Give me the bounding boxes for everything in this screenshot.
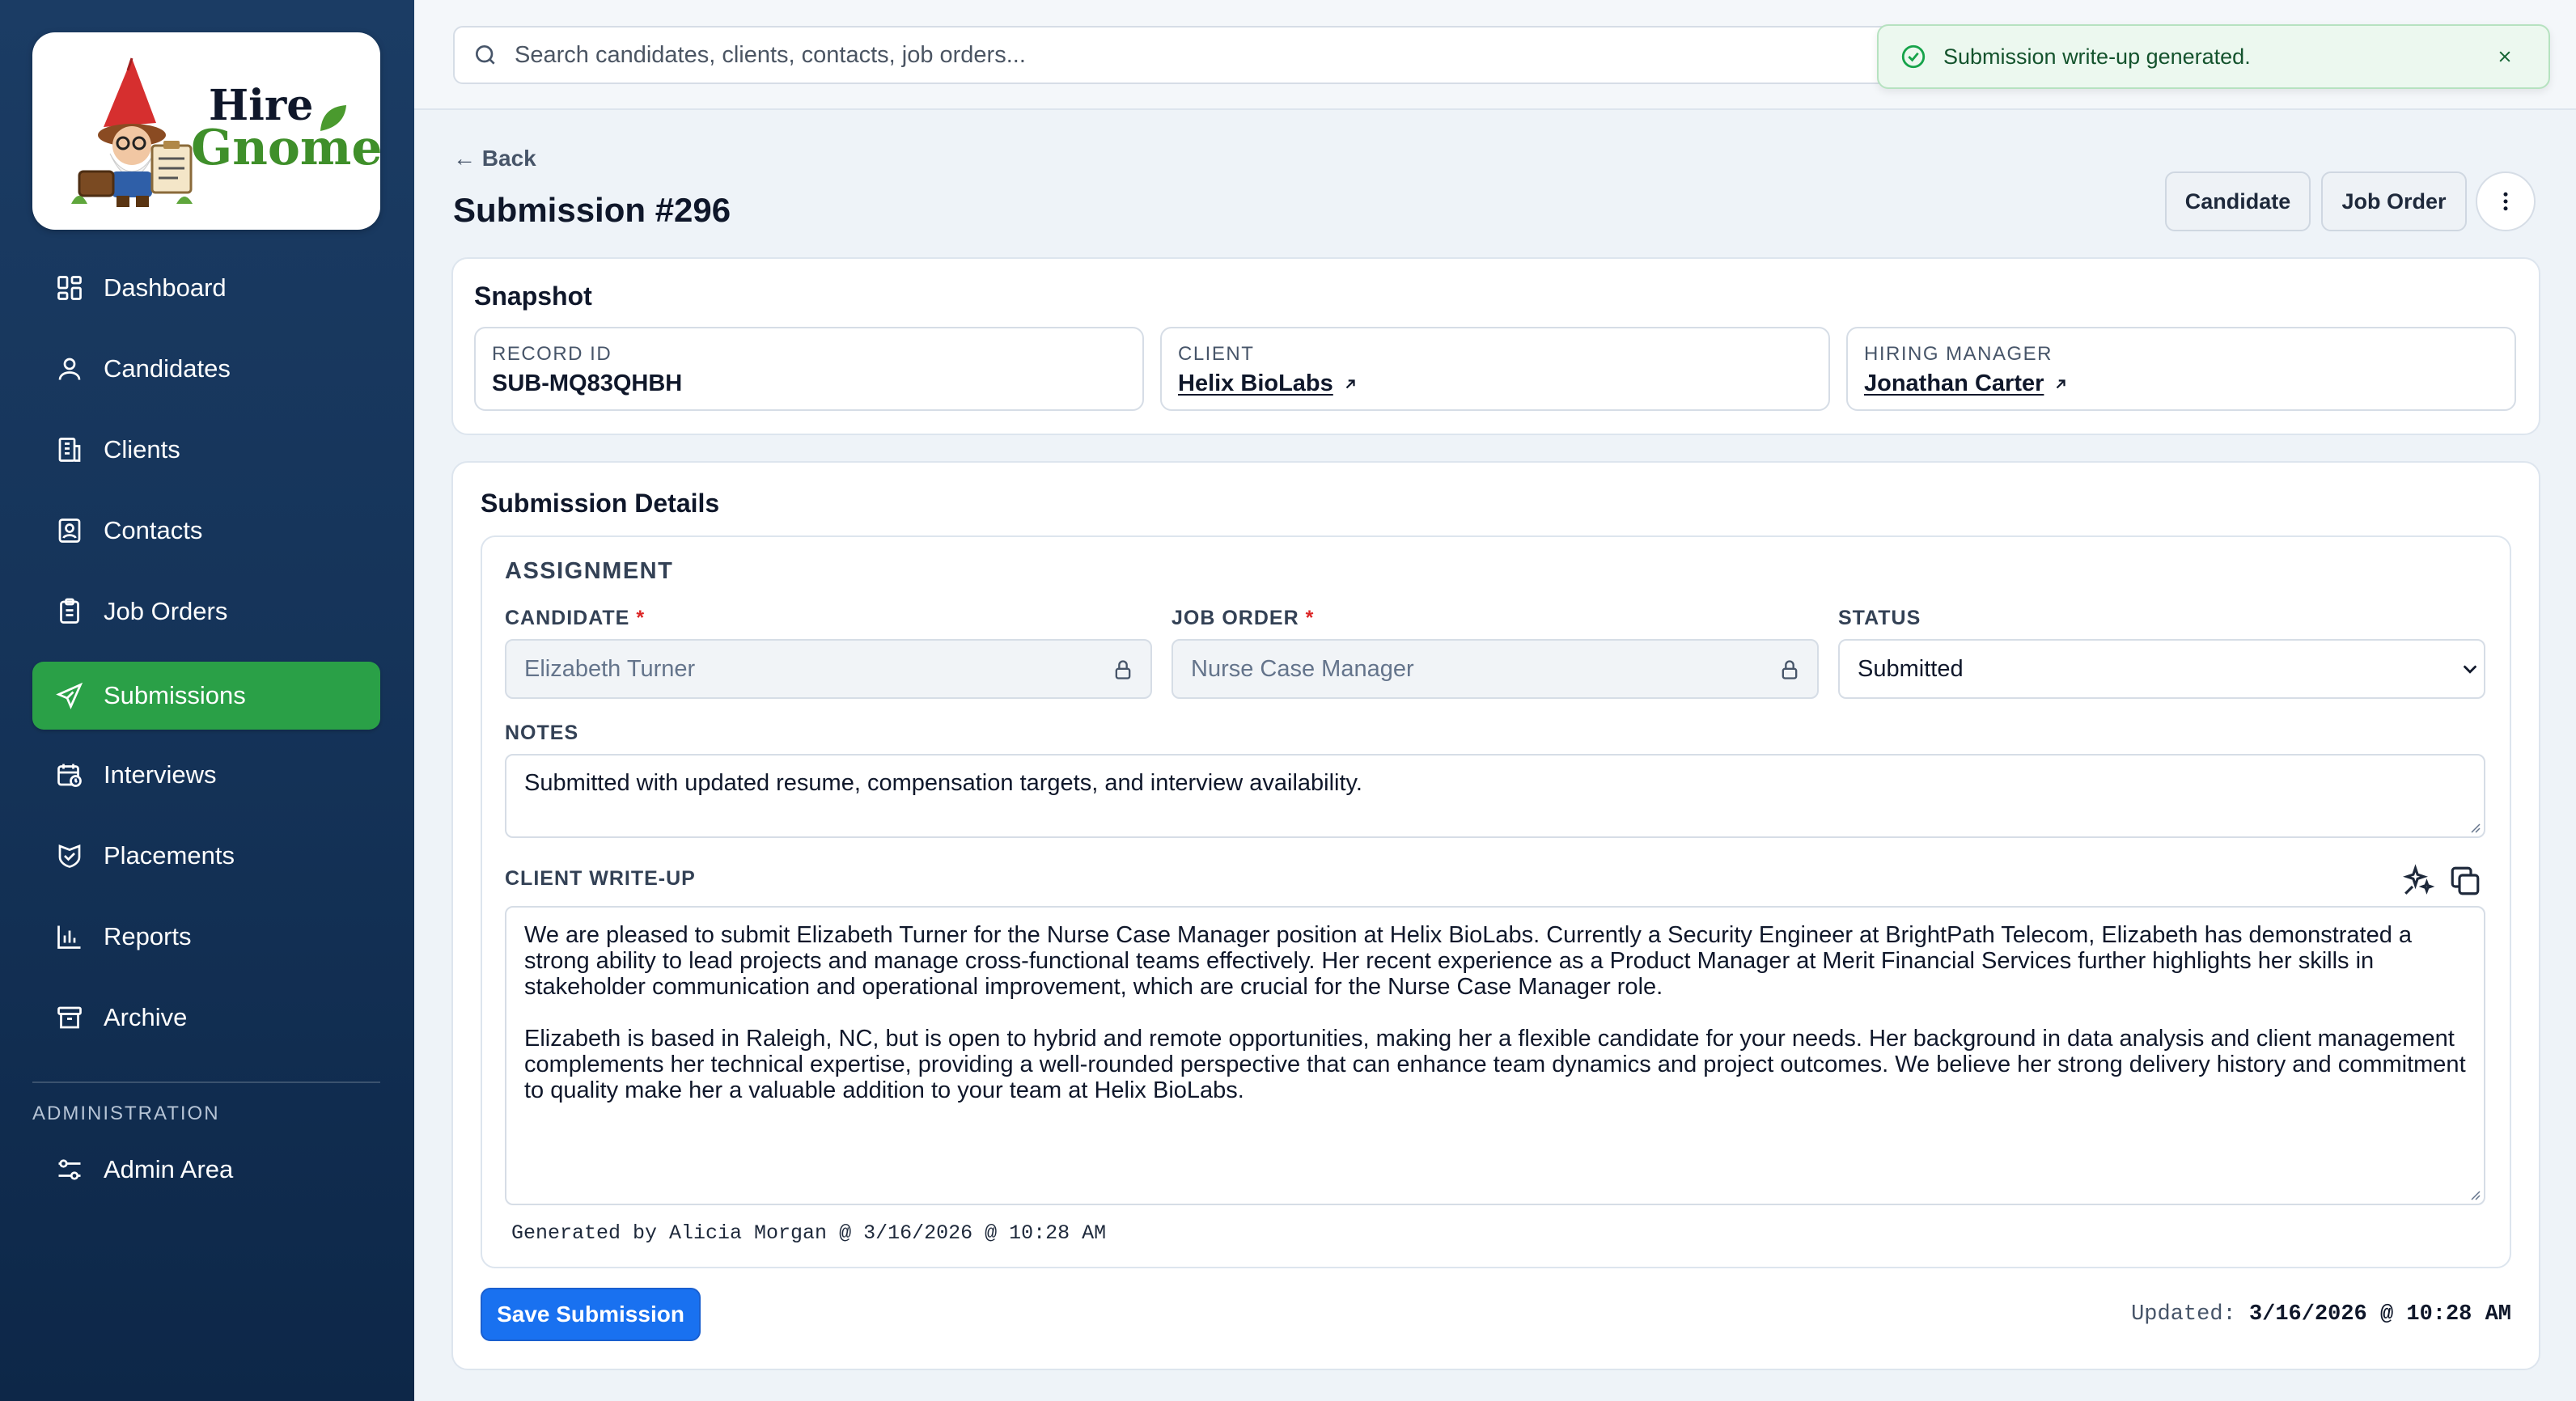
status-value: Submitted xyxy=(1858,655,1964,682)
search-icon xyxy=(476,45,495,65)
nav-label: Clients xyxy=(104,435,180,463)
nav-label: Dashboard xyxy=(104,273,227,302)
lock-icon xyxy=(1782,660,1798,679)
nav-label: Archive xyxy=(104,1003,188,1031)
save-submission-button[interactable]: Save Submission xyxy=(481,1288,701,1341)
toast-close-button[interactable] xyxy=(2497,40,2529,73)
leaf-icon xyxy=(320,105,346,131)
calendar-clock-icon xyxy=(57,764,82,787)
notes-text: Submitted with updated resume, compensat… xyxy=(524,770,1362,796)
nav-archive[interactable]: Archive xyxy=(32,984,380,1052)
nav-section-admin: ADMINISTRATION xyxy=(32,1103,220,1124)
copy-icon[interactable] xyxy=(2448,864,2482,898)
toast-message: Submission write-up generated. xyxy=(1943,44,2251,69)
updated-timestamp: Updated: 3/16/2026 @ 10:28 AM xyxy=(2131,1302,2511,1327)
archive-icon xyxy=(57,1006,82,1029)
hiring-manager-link[interactable]: Jonathan Carter xyxy=(1864,370,2044,397)
writeup-paragraph-1: We are pleased to submit Elizabeth Turne… xyxy=(524,922,2413,1000)
nav-label: Interviews xyxy=(104,760,217,789)
chevron-down-icon xyxy=(2463,665,2477,674)
candidate-label: CANDIDATE * xyxy=(505,607,646,629)
nav-label: Candidates xyxy=(104,354,231,383)
nav-reports[interactable]: Reports xyxy=(32,903,380,971)
candidate-value: Elizabeth Turner xyxy=(524,655,696,682)
generated-by-text: Generated by Alicia Morgan @ 3/16/2026 @… xyxy=(511,1221,1107,1245)
nav-label: Reports xyxy=(104,922,192,950)
candidate-button[interactable]: Candidate xyxy=(2165,171,2311,231)
back-link[interactable]: ← Back xyxy=(453,146,536,171)
nav-candidates[interactable]: Candidates xyxy=(32,335,380,403)
user-icon xyxy=(58,358,81,380)
client-label: CLIENT xyxy=(1178,343,1255,365)
hiring-manager-label: HIRING MANAGER xyxy=(1864,343,2053,365)
job-order-label: JOB ORDER * xyxy=(1171,607,1315,629)
assignment-heading: ASSIGNMENT xyxy=(505,558,674,584)
nav-label: Admin Area xyxy=(104,1155,234,1183)
page-title: Submission #296 xyxy=(453,191,731,229)
sliders-icon xyxy=(58,1159,81,1180)
external-link-icon xyxy=(1345,379,1355,388)
record-id-box: RECORD ID SUB-MQ83QHBH xyxy=(474,327,1144,411)
submission-details-title: Submission Details xyxy=(481,489,720,518)
nav-clients[interactable]: Clients xyxy=(32,416,380,484)
nav-label: Job Orders xyxy=(104,597,228,625)
hiring-manager-box: HIRING MANAGER Jonathan Carter xyxy=(1846,327,2516,411)
nav-job-orders[interactable]: Job Orders xyxy=(32,578,380,645)
client-writeup-label: CLIENT WRITE-UP xyxy=(505,867,696,890)
close-icon xyxy=(2499,51,2510,62)
success-toast: Submission write-up generated. xyxy=(1877,24,2550,89)
resize-handle-icon[interactable] xyxy=(2468,1187,2481,1200)
client-box: CLIENT Helix BioLabs xyxy=(1160,327,1830,411)
status-select[interactable]: Submitted xyxy=(1838,639,2485,699)
more-vertical-icon xyxy=(2503,192,2508,211)
brand-line2: Gnome xyxy=(191,120,380,176)
contact-card-icon xyxy=(58,518,81,543)
nav-contacts[interactable]: Contacts xyxy=(32,497,380,565)
handshake-icon xyxy=(58,844,81,868)
sidebar: Hire Gnome Dashboard Candidates Clients … xyxy=(0,0,414,1401)
job-order-button[interactable]: Job Order xyxy=(2321,171,2467,231)
client-link[interactable]: Helix BioLabs xyxy=(1178,370,1333,397)
nav-admin-area[interactable]: Admin Area xyxy=(32,1136,380,1204)
nav-interviews[interactable]: Interviews xyxy=(32,741,380,809)
status-label: STATUS xyxy=(1838,607,1921,629)
nav-submissions[interactable]: Submissions xyxy=(32,662,380,730)
ai-sparkle-icon[interactable] xyxy=(2401,864,2435,898)
nav-placements[interactable]: Placements xyxy=(32,822,380,890)
record-id-label: RECORD ID xyxy=(492,343,612,365)
nav-dashboard[interactable]: Dashboard xyxy=(32,254,380,322)
candidate-field: Elizabeth Turner xyxy=(505,639,1152,699)
search-input[interactable] xyxy=(515,41,1647,69)
building-icon xyxy=(58,438,81,462)
resize-handle-icon[interactable] xyxy=(2468,820,2481,833)
check-circle-icon xyxy=(1901,44,1926,69)
nav-label: Contacts xyxy=(104,516,203,544)
job-order-field: Nurse Case Manager xyxy=(1171,639,1819,699)
notes-textarea[interactable]: Submitted with updated resume, compensat… xyxy=(505,754,2485,838)
clipboard-icon xyxy=(60,598,79,624)
nav-label: Submissions xyxy=(104,681,246,709)
lock-icon xyxy=(1115,660,1131,679)
client-writeup-textarea[interactable]: We are pleased to submit Elizabeth Turne… xyxy=(505,906,2485,1205)
snapshot-title: Snapshot xyxy=(474,281,592,311)
nav-divider xyxy=(32,1081,380,1083)
writeup-paragraph-2: Elizabeth is based in Raleigh, NC, but i… xyxy=(524,1026,2466,1103)
nav-label: Placements xyxy=(104,841,235,870)
bar-chart-icon xyxy=(57,925,81,949)
more-actions-button[interactable] xyxy=(2476,171,2536,231)
brand-logo[interactable]: Hire Gnome xyxy=(32,32,380,230)
record-id-value: SUB-MQ83QHBH xyxy=(492,370,683,396)
job-order-value: Nurse Case Manager xyxy=(1191,655,1414,682)
external-link-icon xyxy=(2057,379,2066,388)
notes-label: NOTES xyxy=(505,722,579,744)
send-icon xyxy=(56,682,83,709)
dashboard-icon xyxy=(57,276,82,300)
